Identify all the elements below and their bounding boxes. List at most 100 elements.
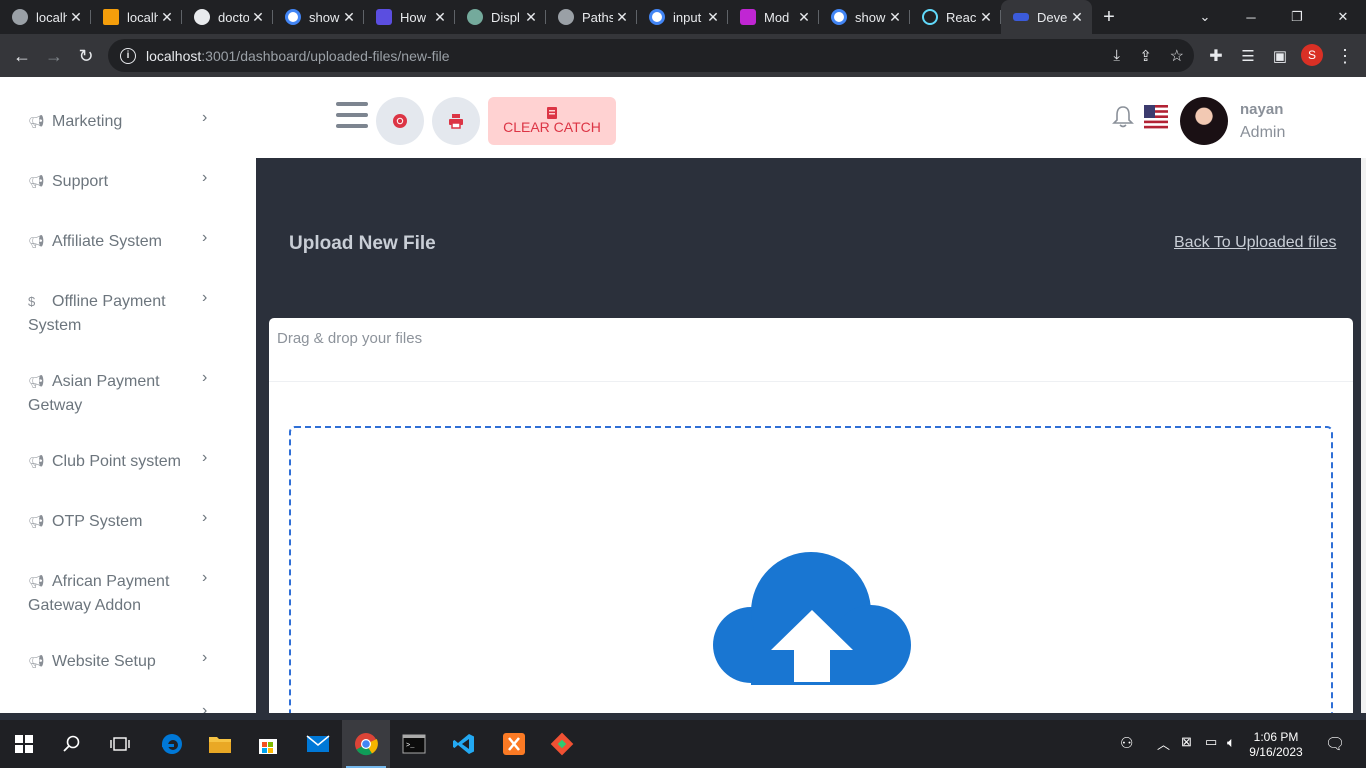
tab-title: show	[855, 9, 886, 25]
sidebar-item-label: Marketing	[52, 113, 123, 130]
chrome-browser-button[interactable]	[376, 97, 424, 145]
cloud-upload-icon	[713, 552, 911, 685]
tab-title: localh	[36, 9, 67, 25]
notification-center-icon[interactable]: 🗨︎	[1325, 734, 1345, 754]
microsoft-store-icon[interactable]	[244, 720, 292, 768]
forward-arrow-icon[interactable]: →	[40, 42, 68, 70]
megaphone-icon: 📢︎	[28, 174, 45, 189]
back-to-uploaded-files-link[interactable]: Back To Uploaded files	[1174, 234, 1336, 252]
megaphone-icon: 📢︎	[28, 454, 45, 469]
sidebar-item-affiliate-system[interactable]: 📢︎ Affiliate System ›	[28, 229, 228, 254]
user-avatar[interactable]	[1180, 97, 1228, 145]
new-tab-button[interactable]: +	[1096, 6, 1122, 29]
tab-title: Mod	[764, 9, 790, 25]
mail-icon[interactable]	[294, 720, 342, 768]
search-icon[interactable]	[48, 720, 96, 768]
taskbar-clock[interactable]: 1:06 PM 9/16/2023	[1243, 730, 1309, 760]
browser-tab-active[interactable]: Deve ✕	[1001, 0, 1092, 34]
globe-icon	[12, 9, 28, 25]
file-explorer-icon[interactable]	[196, 720, 244, 768]
file-dropzone[interactable]	[289, 426, 1333, 713]
browser-tab[interactable]: How ✕	[364, 0, 455, 34]
windows-start-icon[interactable]	[0, 720, 48, 768]
browser-tab[interactable]: Displ ✕	[455, 0, 546, 34]
security-alert-icon[interactable]: ⊠	[1181, 734, 1192, 750]
close-window-icon[interactable]: ✕	[1320, 0, 1366, 34]
browser-tab-strip: localh ✕ localh ✕ docto ✕ show ✕ How ✕ Displ ✕…	[0, 0, 1366, 34]
reload-icon[interactable]: ↻	[72, 42, 100, 70]
tab-search-icon[interactable]: ⌄	[1182, 0, 1228, 34]
sidebar-item-club-point[interactable]: 📢︎ Club Point system ›	[28, 449, 228, 474]
sidebar-item-marketing[interactable]: 📢︎ Marketing ›	[28, 109, 228, 134]
kebab-menu-icon[interactable]: ⋮	[1331, 42, 1359, 70]
chrome-taskbar-icon[interactable]	[342, 720, 390, 768]
profile-avatar[interactable]: S	[1301, 44, 1323, 66]
url-path: :3001/dashboard/uploaded-files/new-file	[201, 47, 450, 64]
browser-tab[interactable]: localh ✕	[91, 0, 182, 34]
bookmark-star-icon[interactable]: ☆	[1170, 46, 1184, 66]
tab-close-icon[interactable]: ✕	[795, 9, 813, 26]
install-app-icon[interactable]: ⤓	[1113, 47, 1120, 64]
us-flag-icon[interactable]	[1144, 105, 1168, 129]
page-scrollbar[interactable]	[1361, 158, 1366, 713]
tab-close-icon[interactable]: ✕	[613, 9, 631, 26]
git-gui-icon[interactable]	[538, 720, 586, 768]
sidebar-item-website-setup[interactable]: 📢︎ Website Setup ›	[28, 649, 228, 674]
megaphone-icon: 📢︎	[28, 374, 45, 389]
hamburger-menu-icon[interactable]	[336, 102, 368, 130]
browser-tab[interactable]: docto ✕	[182, 0, 273, 34]
tab-title: docto	[218, 9, 249, 25]
extensions-icon[interactable]: ✚	[1202, 42, 1230, 70]
clock-date: 9/16/2023	[1249, 745, 1303, 759]
tab-close-icon[interactable]: ✕	[249, 9, 267, 26]
minimize-icon[interactable]: ─	[1228, 0, 1274, 34]
notification-bell-icon[interactable]	[1112, 105, 1134, 134]
back-arrow-icon[interactable]: ←	[8, 42, 36, 70]
network-icon[interactable]: ▭	[1205, 734, 1217, 750]
address-bar[interactable]: i localhost:3001/dashboard/uploaded-file…	[108, 39, 1194, 72]
sidebar-item-otp-system[interactable]: 📢︎ OTP System ›	[28, 509, 228, 534]
sidebar: 📢︎ Marketing › 📢︎ Support › 📢︎ Affiliate Sy…	[0, 77, 256, 713]
browser-tab[interactable]: Reac ✕	[910, 0, 1001, 34]
edge-browser-icon[interactable]	[148, 720, 196, 768]
web-page: 📢︎ Marketing › 📢︎ Support › 📢︎ Affiliate Sy…	[0, 77, 1366, 713]
sidebar-item-african-payment[interactable]: 📢︎ African Payment Gateway Addon ›	[28, 569, 228, 618]
sidebar-item-asian-payment[interactable]: 📢︎ Asian Payment Getway ›	[28, 369, 228, 418]
browser-tab[interactable]: show ✕	[819, 0, 910, 34]
people-icon[interactable]: ⚇	[1120, 734, 1133, 752]
xampp-icon[interactable]	[490, 720, 538, 768]
tab-close-icon[interactable]: ✕	[431, 9, 449, 26]
restore-icon[interactable]: ❐	[1274, 0, 1320, 34]
tab-close-icon[interactable]: ✕	[67, 9, 85, 26]
tab-close-icon[interactable]: ✕	[522, 9, 540, 26]
tab-close-icon[interactable]: ✕	[886, 9, 904, 26]
chevron-right-icon: ›	[202, 509, 208, 526]
sidebar-item-offline-payment[interactable]: $ Offline Payment System ›	[28, 289, 228, 338]
browser-tab[interactable]: input ✕	[637, 0, 728, 34]
sidebar-item-support[interactable]: 📢︎ Support ›	[28, 169, 228, 194]
browser-tab[interactable]: localh ✕	[0, 0, 91, 34]
browser-tab[interactable]: Paths ✕	[546, 0, 637, 34]
share-icon[interactable]: ⇪	[1139, 47, 1152, 65]
chevron-up-icon[interactable]: ︿	[1157, 734, 1170, 753]
tab-close-icon[interactable]: ✕	[704, 9, 722, 26]
tab-close-icon[interactable]: ✕	[1068, 9, 1086, 26]
sidebar-item-label: OTP System	[52, 513, 143, 530]
browser-tab[interactable]: Mod ✕	[728, 0, 819, 34]
tab-close-icon[interactable]: ✕	[158, 9, 176, 26]
media-playlist-icon[interactable]: ☰	[1234, 42, 1262, 70]
windows-taskbar: >_ ⚇ ︿ ⊠ ▭ 🔈︎ 1:06 PM 9/16/2023 🗨︎	[0, 720, 1366, 768]
task-view-icon[interactable]	[96, 720, 144, 768]
tab-close-icon[interactable]: ✕	[977, 9, 995, 26]
browser-tab[interactable]: show ✕	[273, 0, 364, 34]
user-name[interactable]: nayan	[1240, 101, 1283, 118]
vscode-icon[interactable]	[440, 720, 488, 768]
clear-cache-button[interactable]: CLEAR CATCH	[488, 97, 616, 145]
side-panel-icon[interactable]: ▣	[1266, 42, 1294, 70]
tab-close-icon[interactable]: ✕	[340, 9, 358, 26]
chevron-right-icon: ›	[202, 702, 208, 713]
volume-icon[interactable]: 🔈︎	[1227, 734, 1235, 751]
terminal-icon[interactable]: >_	[390, 720, 438, 768]
info-icon[interactable]: i	[120, 47, 136, 64]
print-button[interactable]	[432, 97, 480, 145]
